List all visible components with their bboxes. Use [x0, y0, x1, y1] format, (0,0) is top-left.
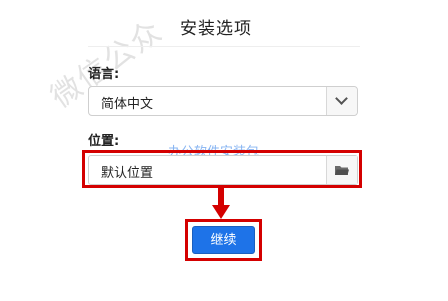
folder-icon — [335, 166, 349, 175]
language-dropdown-button[interactable] — [326, 87, 357, 115]
annotation-arrow-head — [212, 205, 230, 219]
location-field-value: 默认位置 — [101, 166, 154, 181]
location-label: 位置: — [88, 134, 120, 149]
dialog-title: 安装选项 — [180, 19, 252, 39]
annotation-arrow — [218, 187, 224, 207]
location-field[interactable]: 默认位置 — [88, 155, 358, 185]
language-select[interactable]: 简体中文 — [88, 86, 358, 116]
chevron-down-icon — [335, 92, 348, 105]
browse-folder-button[interactable] — [326, 156, 357, 184]
language-select-value: 简体中文 — [101, 97, 154, 112]
language-label: 语言: — [88, 67, 120, 82]
continue-button[interactable]: 继续 — [192, 226, 255, 254]
title-divider — [88, 46, 360, 47]
